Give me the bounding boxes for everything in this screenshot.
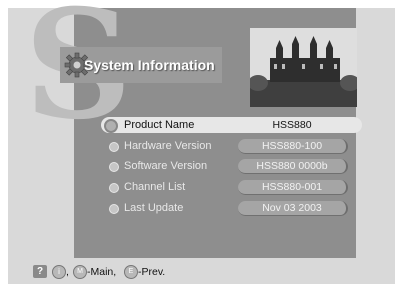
- row-product-name[interactable]: Product Name HSS880: [0, 117, 403, 135]
- footer-separator: ,: [66, 266, 69, 278]
- bullet-icon: [109, 204, 119, 214]
- prev-key-label: -Prev.: [138, 266, 166, 278]
- bullet-icon: [104, 119, 118, 133]
- row-value: Nov 03 2003: [238, 201, 348, 216]
- row-value: HSS880-100: [238, 139, 348, 154]
- row-software-version[interactable]: Software Version HSS880 0000b: [0, 158, 403, 176]
- row-channel-list[interactable]: Channel List HSS880-001: [0, 179, 403, 197]
- bullet-icon: [109, 142, 119, 152]
- main-key-label: -Main,: [87, 266, 117, 278]
- row-label: Channel List: [124, 181, 186, 193]
- row-value: HSS880 0000b: [238, 159, 348, 174]
- row-label: Last Update: [124, 202, 184, 214]
- bullet-icon: [109, 183, 119, 193]
- row-hardware-version[interactable]: Hardware Version HSS880-100: [0, 138, 403, 156]
- building-photo: [250, 28, 357, 107]
- row-last-update[interactable]: Last Update Nov 03 2003: [0, 200, 403, 218]
- prev-key-icon[interactable]: E: [124, 265, 138, 279]
- row-label: Hardware Version: [124, 140, 212, 152]
- info-key-icon[interactable]: i: [52, 265, 66, 279]
- row-label: Product Name: [124, 119, 195, 131]
- main-key-icon[interactable]: M: [73, 265, 87, 279]
- bullet-icon: [109, 162, 119, 172]
- help-icon[interactable]: ?: [33, 265, 47, 278]
- row-label: Software Version: [124, 160, 208, 172]
- page-title: System Information: [84, 57, 215, 73]
- row-value: HSS880: [272, 119, 312, 131]
- row-value: HSS880-001: [238, 180, 348, 195]
